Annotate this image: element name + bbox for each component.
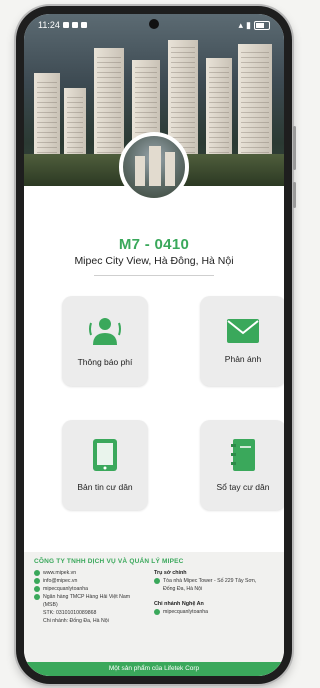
battery-icon xyxy=(254,20,270,30)
menu-resident-handbook[interactable]: Sổ tay cư dân xyxy=(200,420,284,510)
apartment-info: M7 - 0410 Mipec City View, Hà Đông, Hà N… xyxy=(24,236,284,276)
footer-credit-bar: Một sản phẩm của Lifetek Corp xyxy=(24,662,284,676)
branch-link[interactable]: mipecquanlytoanha xyxy=(163,608,208,616)
hq-title: Trụ sở chính xyxy=(154,570,187,576)
notification-icon xyxy=(71,22,78,28)
notebook-icon xyxy=(231,439,255,471)
menu-label: Phản ánh xyxy=(224,354,262,364)
location-icon xyxy=(154,578,160,585)
clock: 11:24 xyxy=(38,20,60,30)
signal-icon: ▮ xyxy=(246,19,251,30)
app-screen: 11:24 ▴ ▮ M7 - 0410 Mipec City View, Hà … xyxy=(24,14,284,676)
website-link[interactable]: www.mipek.vn xyxy=(43,569,76,577)
menu-resident-news[interactable]: Bản tin cư dân xyxy=(62,420,148,510)
bank-branch: Chi nhánh: Đống Đa, Hà Nội xyxy=(43,618,109,625)
wifi-icon: ▴ xyxy=(238,19,244,30)
menu-label: Sổ tay cư dân xyxy=(216,482,270,492)
menu-fee-notice[interactable]: Thông báo phí xyxy=(62,296,148,386)
tablet-icon xyxy=(93,439,117,471)
front-camera xyxy=(149,19,159,29)
building-address: Mipec City View, Hà Đông, Hà Nội xyxy=(74,255,234,267)
address-column: Trụ sở chính Tòa nhà Mipec Tower - Số 22… xyxy=(154,569,264,625)
email-link[interactable]: info@mipec.vn xyxy=(43,577,77,585)
person-icon xyxy=(89,318,121,345)
phone-frame: 11:24 ▴ ▮ M7 - 0410 Mipec City View, Hà … xyxy=(16,6,296,684)
facebook-icon xyxy=(154,608,160,615)
facebook-icon xyxy=(34,586,40,593)
menu-feedback[interactable]: Phản ánh xyxy=(200,296,284,386)
branch-title: Chi nhánh Nghệ An xyxy=(154,600,204,607)
bank-icon xyxy=(34,594,40,601)
notification-icon xyxy=(62,22,69,28)
mail-icon xyxy=(227,319,259,343)
email-icon xyxy=(34,578,40,585)
account-number: STK: 03101010089868 xyxy=(43,610,97,617)
building-avatar xyxy=(119,132,189,202)
notification-icon xyxy=(80,22,87,28)
company-footer: CÔNG TY TNHH DỊCH VỤ VÀ QUẢN LÝ MIPEC ww… xyxy=(24,552,284,676)
hq-address: Tòa nhà Mipec Tower - Số 229 Tây Sơn, Đố… xyxy=(163,578,257,593)
unit-code: M7 - 0410 xyxy=(118,236,190,253)
power-button xyxy=(293,182,296,208)
globe-icon xyxy=(34,570,40,576)
divider xyxy=(94,275,214,276)
company-name: CÔNG TY TNHH DỊCH VỤ VÀ QUẢN LÝ MIPEC xyxy=(34,558,184,565)
menu-label: Thông báo phí xyxy=(77,357,133,367)
volume-button xyxy=(293,126,296,170)
bank-name: Ngân hàng TMCP Hàng Hải Việt Nam (MSB) xyxy=(43,594,131,609)
facebook-link[interactable]: mipecquanlytoanha xyxy=(43,585,88,593)
contact-column: www.mipek.vn info@mipec.vn mipecquanlyto… xyxy=(34,569,146,625)
menu-label: Bản tin cư dân xyxy=(77,482,133,492)
